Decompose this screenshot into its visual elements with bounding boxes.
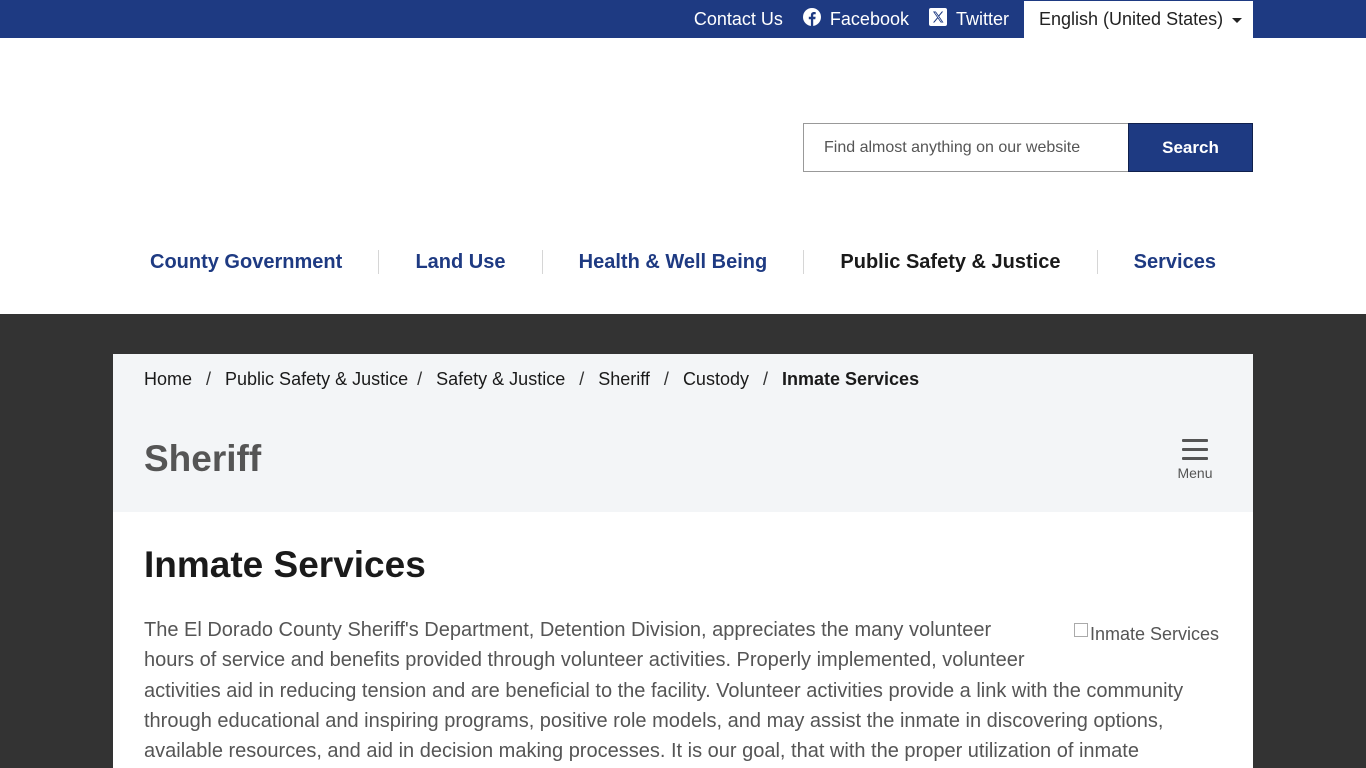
nav-item-land-use[interactable]: Land Use xyxy=(415,251,505,274)
facebook-link[interactable]: Facebook xyxy=(802,7,909,31)
search-button[interactable]: Search xyxy=(1128,123,1253,172)
nav-divider xyxy=(541,250,543,274)
breadcrumb-public-safety-justice[interactable]: Public Safety & Justice xyxy=(225,369,408,390)
breadcrumb-sheriff[interactable]: Sheriff xyxy=(598,369,650,390)
nav-divider xyxy=(803,250,805,274)
page-body: Inmate Services The El Dorado County She… xyxy=(144,615,1219,766)
site-header: Search County Government Land Use Health… xyxy=(0,38,1366,314)
section-header-panel: Home / Public Safety & Justice / Safety … xyxy=(113,354,1253,512)
twitter-label: Twitter xyxy=(955,8,1009,29)
facebook-icon xyxy=(802,7,821,31)
breadcrumb-separator: / xyxy=(206,369,212,389)
language-selector-value: English (United States) xyxy=(1039,8,1224,29)
main-navigation: County Government Land Use Health & Well… xyxy=(113,243,1253,281)
search-input[interactable] xyxy=(803,123,1128,172)
breadcrumb-custody[interactable]: Custody xyxy=(683,369,749,390)
nav-item-services[interactable]: Services xyxy=(1134,251,1216,274)
breadcrumb-current: Inmate Services xyxy=(782,369,920,389)
nav-divider xyxy=(1096,250,1098,274)
nav-item-public-safety-justice[interactable]: Public Safety & Justice xyxy=(840,251,1060,274)
breadcrumb-separator: / xyxy=(762,369,768,389)
twitter-link[interactable]: Twitter xyxy=(928,7,1009,31)
language-selector[interactable]: English (United States) xyxy=(1024,0,1253,38)
breadcrumb-home[interactable]: Home xyxy=(144,369,192,390)
nav-item-health-well-being[interactable]: Health & Well Being xyxy=(579,251,768,274)
breadcrumb-separator: / xyxy=(663,369,669,389)
nav-divider xyxy=(378,250,380,274)
section-title: Sheriff xyxy=(144,438,262,479)
section-menu-label: Menu xyxy=(1177,465,1213,481)
broken-image-icon xyxy=(1074,623,1088,637)
inmate-services-image: Inmate Services xyxy=(1074,619,1234,649)
breadcrumb: Home / Public Safety & Justice / Safety … xyxy=(144,369,919,390)
facebook-label: Facebook xyxy=(829,8,909,29)
hamburger-menu-icon xyxy=(1182,439,1208,460)
utility-bar: Contact Us Facebook Twitter English (Uni… xyxy=(0,0,1366,38)
nav-item-county-government[interactable]: County Government xyxy=(150,251,342,274)
utility-links: Contact Us Facebook Twitter English (Uni… xyxy=(694,0,1253,38)
breadcrumb-safety-justice[interactable]: Safety & Justice xyxy=(436,369,565,390)
chevron-down-icon xyxy=(1232,17,1242,23)
breadcrumb-separator: / xyxy=(579,369,585,389)
contact-us-link[interactable]: Contact Us xyxy=(694,9,783,30)
body-paragraph: The El Dorado County Sheriff's Departmen… xyxy=(144,619,1184,763)
breadcrumb-separator: / xyxy=(417,369,423,389)
main-content: Home / Public Safety & Justice / Safety … xyxy=(113,354,1253,768)
page-title: Inmate Services xyxy=(144,544,426,585)
section-menu-button[interactable]: Menu xyxy=(1171,439,1219,481)
x-twitter-icon xyxy=(928,7,947,31)
search-form: Search xyxy=(803,123,1253,172)
image-alt-text: Inmate Services xyxy=(1090,623,1220,644)
